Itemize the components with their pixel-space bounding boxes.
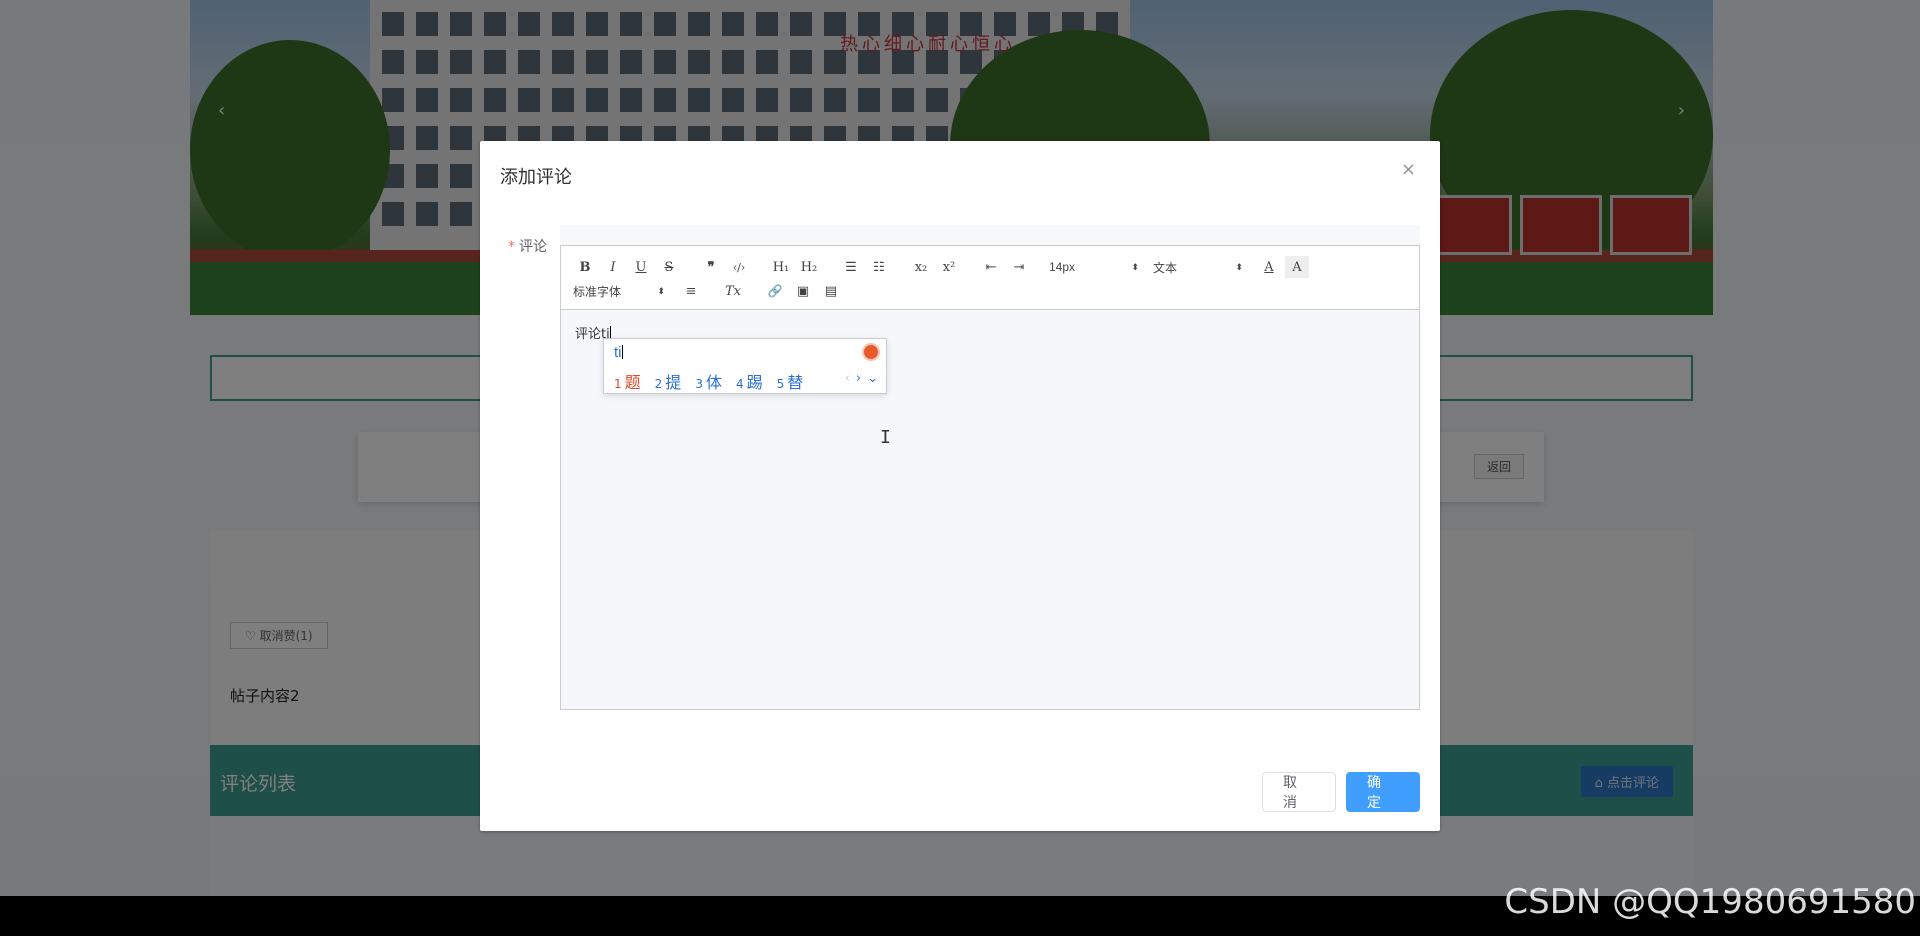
- ime-candidate[interactable]: 4踢: [736, 369, 763, 393]
- font-family-select[interactable]: 标准字体 ⬍: [573, 280, 665, 302]
- header-2-icon[interactable]: H₂: [797, 256, 821, 278]
- underline-icon[interactable]: U: [629, 256, 653, 278]
- ime-nav: ‹ › ⌄: [845, 371, 878, 386]
- mouse-text-cursor-icon: I: [880, 427, 891, 448]
- select-caret-icon: ⬍: [657, 285, 665, 296]
- ime-prev-icon[interactable]: ‹: [845, 371, 850, 386]
- ime-candidate-list: 1题 2提 3体 4踢 5替: [614, 369, 817, 393]
- italic-icon[interactable]: I: [601, 256, 625, 278]
- blockquote-icon[interactable]: ❞: [699, 256, 723, 278]
- font-size-select[interactable]: 14px ⬍: [1049, 256, 1139, 278]
- video-icon[interactable]: ▤: [819, 280, 843, 302]
- align-icon[interactable]: ≡: [679, 280, 703, 302]
- ime-composition-text: ti: [614, 344, 623, 361]
- ime-candidate[interactable]: 1题: [614, 369, 641, 393]
- strike-icon[interactable]: S: [657, 256, 681, 278]
- dialog-title: 添加评论: [500, 167, 572, 188]
- ime-candidate[interactable]: 2提: [655, 369, 682, 393]
- link-icon[interactable]: 🔗: [763, 280, 787, 302]
- header-select-value: 文本: [1153, 260, 1178, 275]
- font-family-value: 标准字体: [573, 284, 622, 299]
- dialog-footer: 取 消 确 定: [1262, 772, 1420, 812]
- ime-expand-icon[interactable]: ⌄: [867, 371, 878, 386]
- editor-top-strip: [560, 225, 1420, 245]
- add-comment-dialog: 添加评论 × * 评论 B I U S ❞ ‹/› H₁ H₂ ☰ ☷ x₂ x…: [480, 141, 1440, 831]
- ime-candidate[interactable]: 3体: [695, 369, 722, 393]
- comment-label-text: 评论: [519, 239, 547, 255]
- font-color-icon[interactable]: A: [1257, 256, 1281, 278]
- rich-text-editor: B I U S ❞ ‹/› H₁ H₂ ☰ ☷ x₂ x² ⇤ ⇥ 14px ⬍…: [560, 245, 1420, 710]
- watermark: CSDN @QQ1980691580: [1504, 882, 1916, 922]
- header-1-icon[interactable]: H₁: [769, 256, 793, 278]
- toolbar-row-2: 标准字体 ⬍ ≡ Tx 🔗 ▣ ▤: [573, 280, 847, 302]
- image-icon[interactable]: ▣: [791, 280, 815, 302]
- outdent-icon[interactable]: ⇤: [979, 256, 1003, 278]
- select-caret-icon: ⬍: [1235, 261, 1243, 272]
- bullet-list-icon[interactable]: ☷: [867, 256, 891, 278]
- header-select[interactable]: 文本 ⬍: [1153, 256, 1243, 278]
- clean-format-icon[interactable]: Tx: [721, 280, 745, 302]
- font-size-value: 14px: [1049, 260, 1076, 274]
- comment-field-label: * 评论: [508, 236, 547, 256]
- close-icon[interactable]: ×: [1401, 159, 1416, 180]
- ime-candidate-popup: ti 1题 2提 3体 4踢 5替 ‹ › ⌄: [603, 338, 887, 394]
- superscript-icon[interactable]: x²: [937, 256, 961, 278]
- select-caret-icon: ⬍: [1131, 261, 1139, 272]
- code-block-icon[interactable]: ‹/›: [727, 256, 751, 278]
- subscript-icon[interactable]: x₂: [909, 256, 933, 278]
- required-mark: *: [508, 239, 515, 255]
- background-color-icon[interactable]: A: [1285, 256, 1309, 278]
- bold-icon[interactable]: B: [573, 256, 597, 278]
- cancel-button[interactable]: 取 消: [1262, 772, 1336, 812]
- confirm-button[interactable]: 确 定: [1346, 772, 1420, 812]
- ime-logo-icon: [862, 343, 880, 361]
- ime-next-icon[interactable]: ›: [856, 371, 861, 386]
- ordered-list-icon[interactable]: ☰: [839, 256, 863, 278]
- indent-icon[interactable]: ⇥: [1007, 256, 1031, 278]
- ime-candidate[interactable]: 5替: [777, 369, 804, 393]
- editor-toolbar: B I U S ❞ ‹/› H₁ H₂ ☰ ☷ x₂ x² ⇤ ⇥ 14px ⬍…: [561, 246, 1419, 310]
- toolbar-row-1: B I U S ❞ ‹/› H₁ H₂ ☰ ☷ x₂ x² ⇤ ⇥ 14px ⬍…: [573, 256, 1313, 278]
